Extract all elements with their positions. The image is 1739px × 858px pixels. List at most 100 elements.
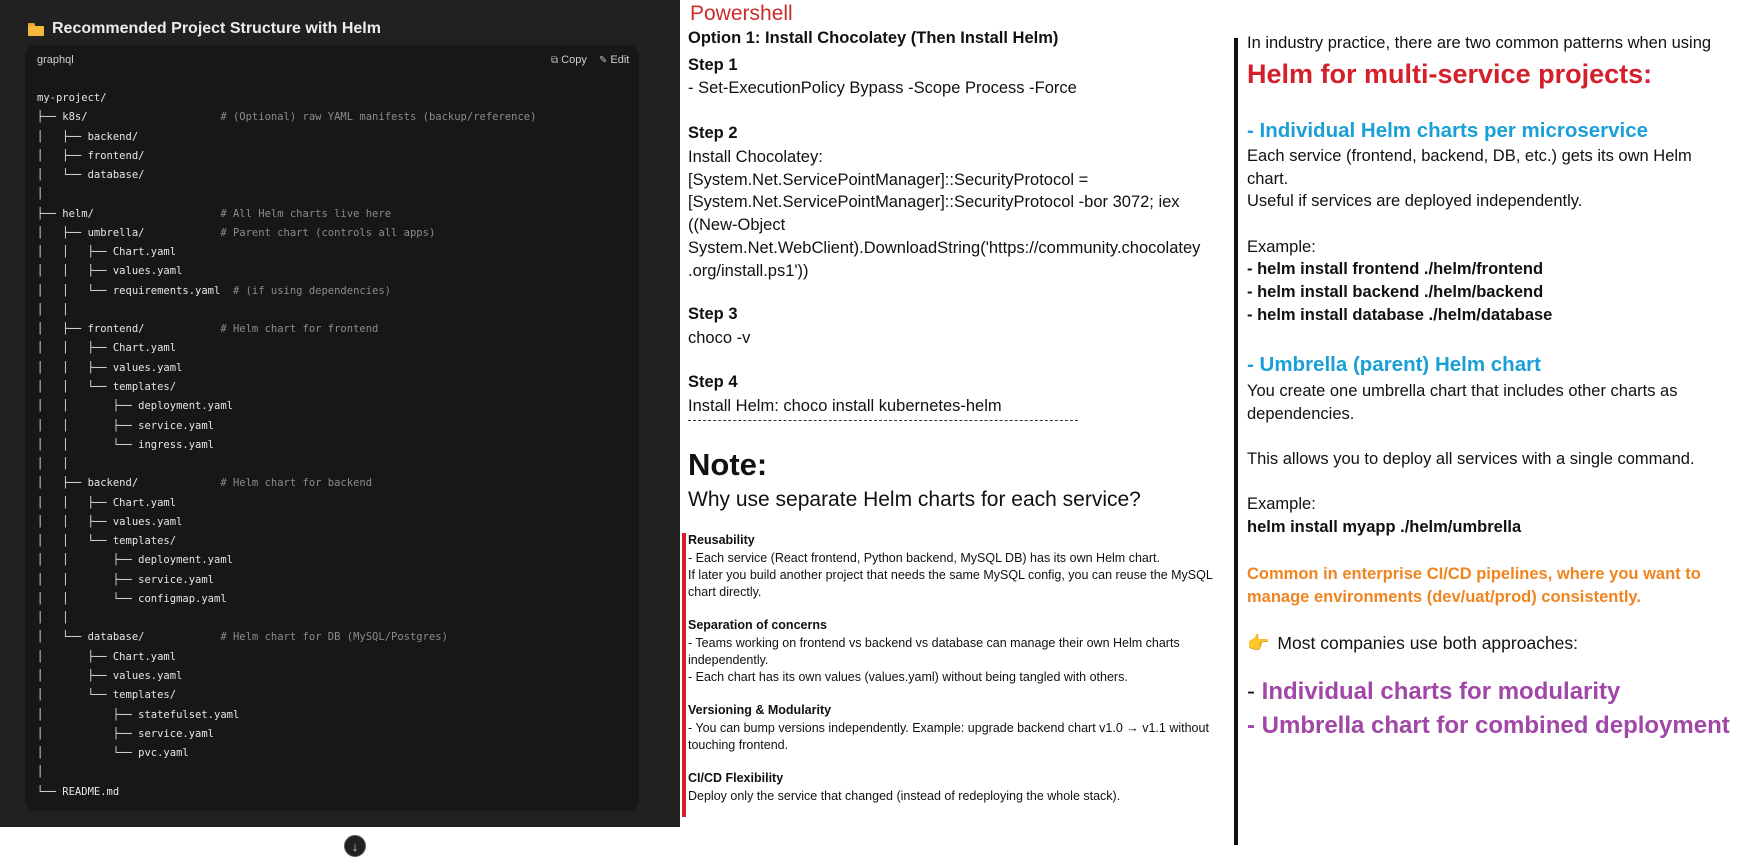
edit-label: Edit [610,54,630,66]
scroll-down-button[interactable]: ↓ [344,835,366,857]
code-text: │ ├── frontend/ [37,149,145,162]
copy-button[interactable]: ⧉ Copy [551,54,587,66]
code-text: │ │ ├── deployment.yaml [37,400,233,413]
code-text: │ │ ├── Chart.yaml [37,246,177,259]
copy-icon: ⧉ [551,54,559,66]
patterns-column: In industry practice, there are two comm… [1247,0,1739,845]
code-text: │ ├── statefulset.yaml [37,708,240,721]
code-text: │ │ ├── Chart.yaml [37,342,177,355]
code-text: │ │ ├── service.yaml [37,573,215,586]
code-line: │ │ ├── deployment.yaml [37,551,536,570]
code-text: │ │ └── requirements.yaml [37,284,233,297]
code-text: │ │ ├── values.yaml [37,515,183,528]
approach-dash: - [1247,678,1262,705]
code-line: │ └── database/ [37,166,536,185]
example2-command: helm install myapp ./helm/umbrella [1247,518,1522,536]
code-text: │ │ ├── values.yaml [37,265,183,278]
code-line: │ │ ├── Chart.yaml [37,243,536,262]
edit-button[interactable]: ✎ Edit [599,54,629,66]
code-line: │ ├── frontend/ # Helm chart for fronten… [37,320,536,339]
code-line: │ │ └── templates/ [37,378,536,397]
intro-text: In industry practice, there are two comm… [1247,34,1712,52]
code-text: │ │ ├── values.yaml [37,361,183,374]
approach-item: - Umbrella chart for combined deployment [1247,712,1730,740]
code-line: │ │ [37,609,536,628]
step2-title: Step 2 [688,124,738,142]
code-text: │ │ └── templates/ [37,535,177,548]
installation-column: Powershell Option 1: Install Chocolatey … [682,0,1232,845]
code-line: │ ├── values.yaml [37,667,536,686]
arrow-down-icon: ↓ [351,839,359,854]
code-line: │ │ └── ingress.yaml [37,436,536,455]
code-line: │ │ ├── deployment.yaml [37,397,536,416]
approach-item: - Individual charts for modularity [1247,678,1620,706]
pattern2-heading: - Umbrella (parent) Helm chart [1247,353,1541,376]
code-line: ├── k8s/ # (Optional) raw YAML manifests… [37,108,536,127]
step2-text: Install Chocolatey: [System.Net.ServiceP… [688,148,1201,280]
code-comment: # Parent chart (controls all apps) [220,226,436,239]
code-line: │ │ └── requirements.yaml # (if using de… [37,282,536,301]
code-line: │ │ ├── service.yaml [37,571,536,590]
code-text: │ │ └── templates/ [37,380,177,393]
pattern1-heading: - Individual Helm charts per microservic… [1247,119,1649,142]
enterprise-note: Common in enterprise CI/CD pipelines, wh… [1247,565,1701,606]
code-comment: # Helm chart for DB (MySQL/Postgres) [220,631,448,644]
code-text: │ │ [37,458,69,471]
copy-label: Copy [561,54,587,66]
code-comment: # Helm chart for frontend [220,323,379,336]
code-line: │ [37,763,536,782]
reason-title: Reusability [688,533,755,547]
code-text: │ │ └── ingress.yaml [37,438,215,451]
code-header: graphql ⧉ Copy ✎ Edit [25,45,639,77]
code-text: my-project/ [37,92,107,104]
code-text: │ ├── service.yaml [37,727,215,740]
code-text: │ ├── values.yaml [37,669,183,682]
code-line: │ └── templates/ [37,686,536,705]
code-comment: # (Optional) raw YAML manifests (backup/… [220,111,537,124]
code-text: │ │ ├── service.yaml [37,419,215,432]
code-line: │ ├── service.yaml [37,725,536,744]
code-text: │ └── pvc.yaml [37,747,189,760]
vertical-divider [1234,38,1238,845]
pattern2-text-2: This allows you to deploy all services w… [1247,450,1695,468]
approach-text: Individual charts for modularity [1261,678,1621,705]
code-line: │ ├── Chart.yaml [37,648,536,667]
code-text: ├── k8s/ [37,111,221,124]
code-line: │ ├── frontend/ [37,147,536,166]
example1-command: - helm install backend ./helm/backend [1247,283,1544,301]
note-heading: Note: [688,447,768,482]
code-comment: # Helm chart for backend [220,477,373,490]
red-accent-bar [682,533,686,817]
edit-icon: ✎ [599,54,608,66]
reason-text: - Each service (React frontend, Python b… [688,551,1213,599]
code-line: │ │ ├── values.yaml [37,513,536,532]
code-line: │ │ ├── Chart.yaml [37,339,536,358]
patterns-heading: Helm for multi-service projects: [1247,59,1653,89]
code-line: │ ├── statefulset.yaml [37,706,536,725]
approach-text: - Umbrella chart for combined deployment [1247,712,1730,739]
code-line: └── README.md [37,783,536,802]
code-text: │ └── database/ [37,631,221,644]
code-line: │ ├── backend/ [37,128,536,147]
reason-text: Deploy only the service that changed (in… [688,789,1121,803]
code-text: │ ├── backend/ [37,130,139,143]
reason-title: Versioning & Modularity [688,703,832,717]
code-line: ├── helm/ # All Helm charts live here [37,205,536,224]
code-text: │ └── templates/ [37,689,177,702]
code-line: │ │ ├── values.yaml [37,262,536,281]
step3-text: choco -v [688,329,751,347]
option-heading: Option 1: Install Chocolatey (Then Insta… [688,29,1059,47]
code-line: │ │ ├── service.yaml [37,417,536,436]
companies-text: Most companies use both approaches: [1277,633,1579,653]
section-title: Recommended Project Structure with Helm [28,17,381,41]
code-text: │ │ [37,612,69,625]
folder-icon [28,22,44,36]
code-content: my-project/ ├── k8s/ # (Optional) raw YAM… [37,89,536,802]
code-line: │ └── database/ # Helm chart for DB (MyS… [37,628,536,647]
pointing-hand-icon: 👉 [1247,633,1270,653]
step1-text: - Set-ExecutionPolicy Bypass -Scope Proc… [688,79,1077,97]
pattern2-text: You create one umbrella chart that inclu… [1247,382,1678,423]
code-block: graphql ⧉ Copy ✎ Edit my-project/ ├── k8s… [25,45,639,857]
code-text: │ │ ├── deployment.yaml [37,554,233,567]
code-line: my-project/ [37,89,536,108]
